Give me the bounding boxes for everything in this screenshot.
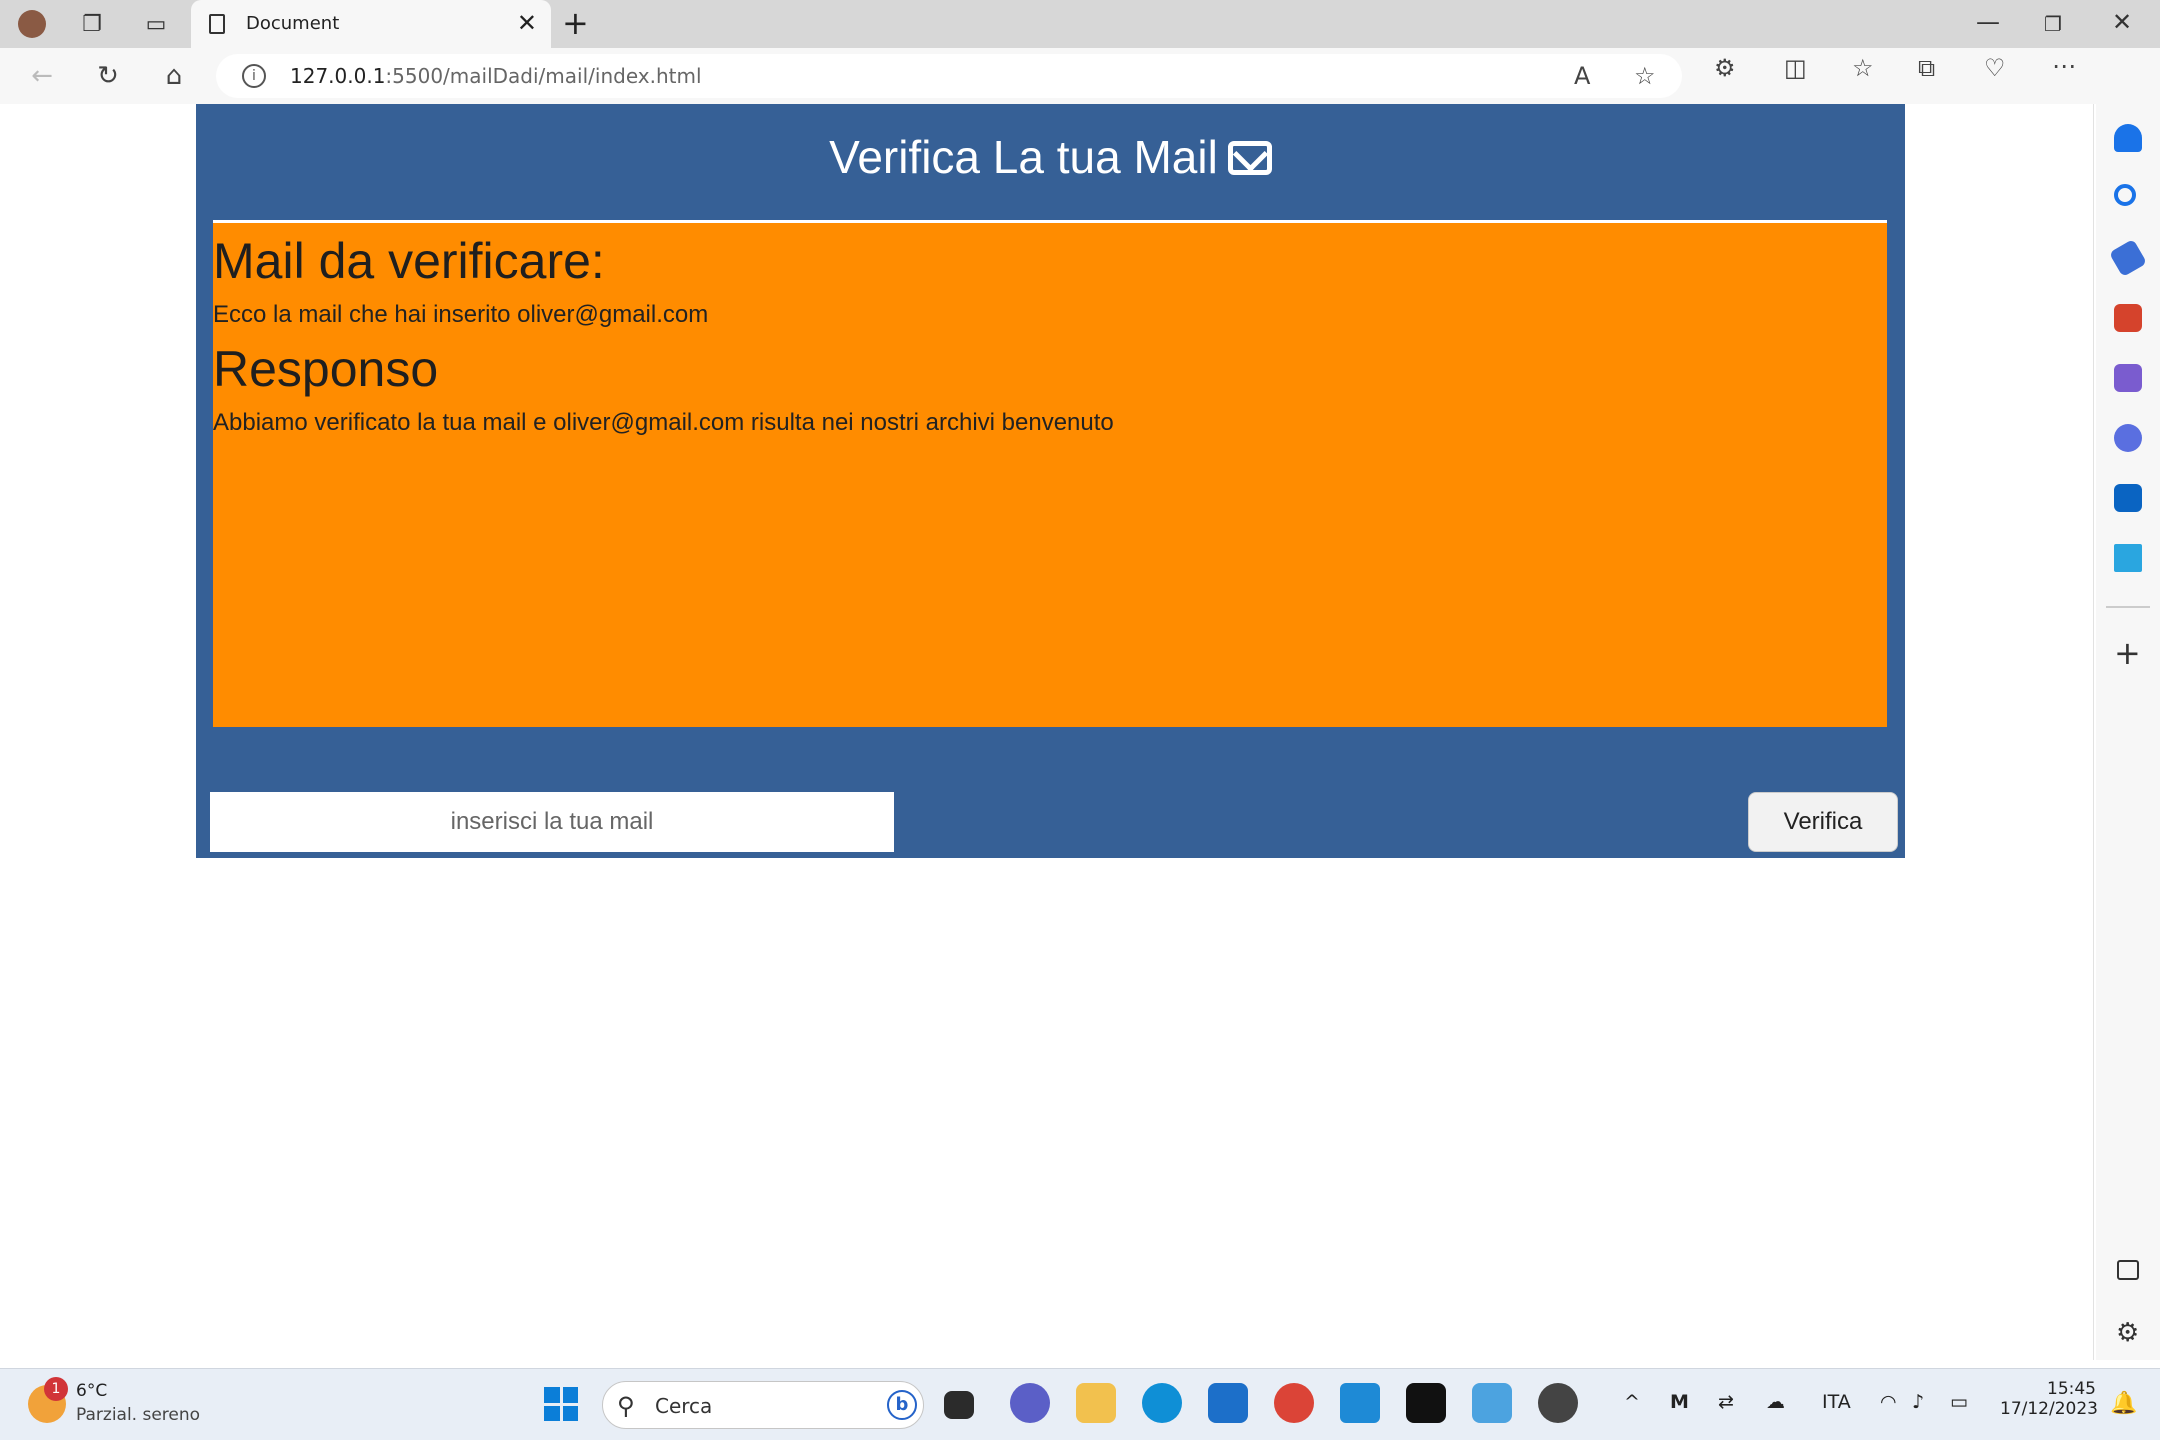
terminal-icon[interactable] bbox=[1406, 1383, 1446, 1423]
gmail-notifier-icon[interactable]: M bbox=[1670, 1391, 1689, 1413]
games-icon[interactable] bbox=[2114, 364, 2142, 392]
weather-description[interactable]: Parzial. sereno bbox=[76, 1405, 200, 1425]
site-info-icon[interactable]: i bbox=[242, 64, 266, 88]
close-tab-icon[interactable]: ✕ bbox=[517, 9, 537, 37]
tab-title: Document bbox=[246, 13, 340, 34]
address-bar[interactable]: i 127.0.0.1:5500/mailDadi/mail/index.htm… bbox=[216, 54, 1682, 98]
home-button[interactable]: ⌂ bbox=[156, 58, 192, 94]
sidebar-divider bbox=[2106, 606, 2150, 608]
profile-avatar[interactable] bbox=[18, 10, 46, 38]
microsoft-365-icon[interactable] bbox=[2114, 424, 2142, 452]
edge-icon[interactable] bbox=[1142, 1383, 1182, 1423]
vscode-icon[interactable] bbox=[1340, 1383, 1380, 1423]
workspaces-icon[interactable]: ❐ bbox=[78, 10, 106, 38]
show-hidden-icons-icon[interactable]: ^ bbox=[1624, 1391, 1640, 1413]
entered-mail-text: Ecco la mail che hai inserito oliver@gma… bbox=[213, 301, 709, 328]
weather-temperature[interactable]: 6°C bbox=[76, 1381, 107, 1401]
taskbar-search[interactable]: ⚲ Cerca b bbox=[602, 1381, 924, 1429]
envelope-icon bbox=[1227, 141, 1272, 175]
language-indicator[interactable]: ITA bbox=[1822, 1391, 1851, 1413]
tab-document[interactable]: Document ✕ bbox=[191, 0, 551, 50]
mail-verifier-app: Verifica La tua Mail Mail da verificare:… bbox=[196, 104, 1905, 858]
start-button[interactable] bbox=[544, 1387, 578, 1421]
close-window-button[interactable]: ✕ bbox=[2112, 8, 2132, 36]
more-menu-icon[interactable]: ⋯ bbox=[2052, 52, 2076, 80]
file-explorer-icon[interactable] bbox=[1076, 1383, 1116, 1423]
task-view-icon[interactable] bbox=[944, 1391, 974, 1419]
browser-sidebar: + ⚙ bbox=[2096, 48, 2160, 1360]
add-sidebar-app-icon[interactable]: + bbox=[2114, 634, 2141, 672]
github-desktop-icon[interactable] bbox=[1538, 1383, 1578, 1423]
collections-icon[interactable]: ⧉ bbox=[1918, 54, 1935, 82]
browser-toolbar: ← ↻ ⌂ i 127.0.0.1:5500/mailDadi/mail/ind… bbox=[0, 48, 2160, 104]
reload-button[interactable]: ↻ bbox=[90, 58, 126, 94]
weather-badge: 1 bbox=[44, 1377, 68, 1401]
clock-time: 15:45 bbox=[2047, 1379, 2096, 1399]
browser-titlebar: ❐ ▭ Document ✕ + — ❐ ✕ bbox=[0, 0, 2160, 50]
tools-icon[interactable] bbox=[2114, 304, 2142, 332]
result-panel: Mail da verificare: Ecco la mail che hai… bbox=[213, 223, 1887, 727]
sync-icon[interactable]: ⇄ bbox=[1718, 1391, 1734, 1413]
back-button[interactable]: ← bbox=[24, 58, 60, 94]
restore-button[interactable]: ❐ bbox=[2044, 12, 2062, 36]
store-icon[interactable] bbox=[1208, 1383, 1248, 1423]
performance-icon[interactable]: ♡ bbox=[1984, 54, 2006, 82]
bing-icon[interactable]: b bbox=[887, 1390, 917, 1420]
read-aloud-icon[interactable]: A bbox=[1574, 62, 1590, 90]
sidebar-settings-icon[interactable]: ⚙ bbox=[2116, 1318, 2144, 1348]
new-tab-button[interactable]: + bbox=[562, 4, 589, 42]
notification-bell-icon[interactable]: 🔔 bbox=[2110, 1391, 2137, 1416]
windows-taskbar: 1 6°C Parzial. sereno ⚲ Cerca b ^ M ⇄ ☁ … bbox=[0, 1368, 2160, 1440]
favorite-star-icon[interactable]: ☆ bbox=[1634, 62, 1656, 90]
hide-sidebar-icon[interactable] bbox=[2117, 1260, 2139, 1280]
outlook-icon[interactable] bbox=[2114, 484, 2142, 512]
wifi-icon[interactable]: ◠ bbox=[1880, 1391, 1897, 1413]
clock[interactable]: 15:45 17/12/2023 bbox=[2000, 1379, 2098, 1419]
clock-date: 17/12/2023 bbox=[2000, 1399, 2098, 1419]
battery-icon[interactable]: ▭ bbox=[1950, 1391, 1968, 1413]
search-icon: ⚲ bbox=[617, 1392, 635, 1420]
extensions-icon[interactable]: ⚙ bbox=[1714, 54, 1736, 82]
address-url[interactable]: 127.0.0.1:5500/mailDadi/mail/index.html bbox=[290, 64, 702, 88]
page-title: Verifica La tua Mail bbox=[196, 130, 1905, 184]
page-icon bbox=[209, 14, 225, 34]
search-icon[interactable] bbox=[2114, 184, 2136, 206]
verify-button[interactable]: Verifica bbox=[1748, 792, 1898, 852]
email-field[interactable] bbox=[210, 792, 894, 852]
shopping-icon[interactable] bbox=[2108, 238, 2148, 278]
split-screen-icon[interactable]: ◫ bbox=[1784, 54, 1807, 82]
response-text: Abbiamo verificato la tua mail e oliver@… bbox=[213, 409, 1114, 436]
drop-icon[interactable] bbox=[2114, 544, 2142, 572]
minimize-button[interactable]: — bbox=[1976, 8, 2000, 36]
favorites-icon[interactable]: ☆ bbox=[1852, 54, 1874, 82]
onedrive-icon[interactable]: ☁ bbox=[1766, 1391, 1785, 1413]
chrome-icon[interactable] bbox=[1274, 1383, 1314, 1423]
control-panel-icon[interactable] bbox=[1472, 1383, 1512, 1423]
teams-chat-icon[interactable] bbox=[1010, 1383, 1050, 1423]
volume-icon[interactable]: ♪ bbox=[1912, 1391, 1924, 1413]
section-heading-response: Responso bbox=[213, 341, 439, 397]
tab-actions-icon[interactable]: ▭ bbox=[142, 10, 170, 38]
search-label: Cerca bbox=[655, 1394, 713, 1418]
notifications-icon[interactable] bbox=[2114, 124, 2142, 152]
section-heading-mail: Mail da verificare: bbox=[213, 233, 605, 289]
